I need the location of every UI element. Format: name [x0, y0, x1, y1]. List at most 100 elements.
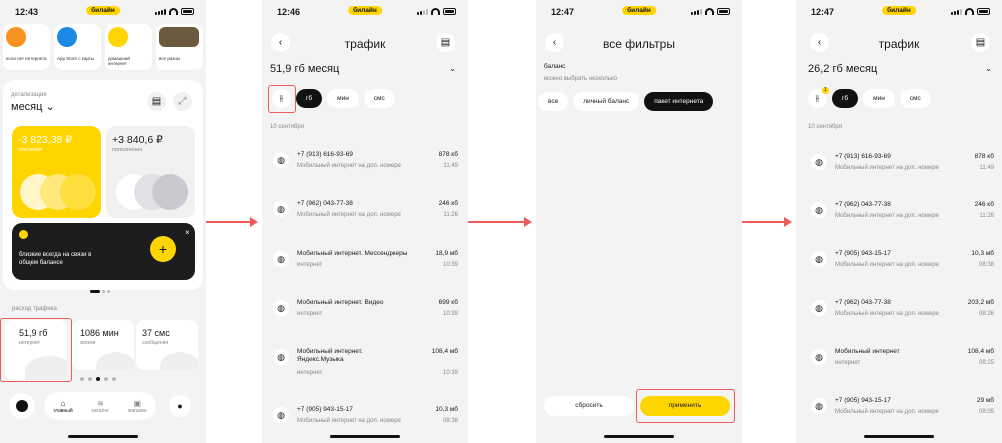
list-item[interactable]: ◍ Мобильный интернет. Мессенджеры интернет… — [270, 249, 460, 289]
item-volume: 10,3 мб — [971, 250, 994, 257]
flow-arrow — [206, 217, 258, 227]
nav-shop[interactable]: ▣ магазин — [128, 399, 147, 414]
chat-icon[interactable]: ● — [169, 395, 191, 417]
list-item[interactable]: ◍ +7 (962) 043-77-38 Мобильный интернет на… — [808, 200, 996, 240]
item-title: Мобильный интернет — [835, 348, 900, 355]
promo-text: близкие всегда на связи в общем балансе — [19, 252, 92, 266]
traffic-sub: сообщения — [142, 340, 169, 346]
globe-icon: ◍ — [273, 152, 289, 168]
item-volume: 246 кб — [438, 200, 458, 207]
item-subtitle: Мобильный интернет на доп. номере — [835, 311, 939, 317]
story-card[interactable]: если нет интернета — [3, 24, 50, 70]
phone-traffic-screen: 12:46 билайн ‹ трафик ▤ 51,9 гб месяц ⌄ … — [262, 0, 468, 443]
expand-icon[interactable]: ⤢ — [173, 92, 192, 111]
chevron-down-icon[interactable]: ⌄ — [985, 64, 992, 73]
chip-gb[interactable]: гб — [832, 89, 859, 108]
item-volume: 203,2 мб — [967, 299, 994, 306]
list-item[interactable]: ◍ Мобильный интернет интернет 108,4 мб 08:25 — [808, 347, 996, 387]
chevron-down-icon[interactable]: ⌄ — [449, 64, 456, 73]
traffic-label: расход трафика — [12, 306, 57, 312]
nav-catalog[interactable]: ≋ каталог — [92, 399, 110, 414]
home-indicator — [68, 435, 138, 438]
story-card[interactable]: домашний интернет — [105, 24, 152, 70]
traffic-card-calls[interactable]: 1086 мин звонки — [72, 320, 134, 370]
item-time: 10:39 — [442, 262, 458, 268]
filter-icon[interactable]: ⫲ 1 — [808, 87, 829, 108]
document-icon[interactable]: ▤ — [971, 33, 990, 52]
item-volume: 108,4 мб — [431, 348, 458, 355]
chip-gb[interactable]: гб — [296, 89, 323, 108]
chip-sms[interactable]: смс — [363, 89, 395, 108]
chip-personal-balance[interactable]: личный баланс — [573, 92, 640, 111]
carrier-badge: билайн — [882, 6, 916, 15]
status-time: 12:43 — [15, 7, 39, 17]
spent-card[interactable]: -3 823,38 ₽ списания — [12, 126, 101, 218]
item-title: +7 (905) 943-15-17 — [835, 250, 891, 257]
story-card[interactable]: все разны — [156, 24, 203, 70]
globe-icon: ◍ — [273, 201, 289, 217]
list-item[interactable]: ◍ +7 (905) 943-15-17 Мобильный интернет на… — [808, 249, 996, 289]
list-item[interactable]: ◍ +7 (913) 616-93-69 Мобильный интернет на… — [270, 150, 460, 190]
traffic-sub: звонки — [80, 340, 96, 346]
beeline-logo-icon — [19, 230, 28, 239]
chip-sms[interactable]: смс — [899, 89, 931, 108]
nav-home[interactable]: ⌂ главный — [53, 399, 72, 414]
chip-min[interactable]: мин — [863, 89, 895, 108]
chip-all[interactable]: все — [538, 92, 569, 111]
item-time: 11:26 — [443, 212, 458, 218]
list-item[interactable]: ◍ +7 (962) 043-77-38 Мобильный интернет на… — [808, 298, 996, 338]
item-volume: 29 мб — [976, 397, 994, 404]
list-item[interactable]: ◍ Мобильный интернет. Видео интернет 699 кб… — [270, 298, 460, 338]
chip-min[interactable]: мин — [327, 89, 359, 108]
carrier-badge: билайн — [622, 6, 656, 15]
battery-icon — [717, 8, 730, 15]
item-title: Мобильный интернет. Мессенджеры — [297, 250, 408, 257]
item-subtitle: Мобильный интернет на доп. номере — [835, 213, 939, 219]
promo-banner[interactable]: близкие всегда на связи в общем балансе … — [12, 223, 195, 280]
bottom-nav: ⌂ главный ≋ каталог ▣ магазин — [44, 392, 156, 420]
document-icon[interactable]: ▤ — [436, 33, 455, 52]
traffic-card-sms[interactable]: 37 смс сообщения — [136, 320, 198, 370]
chip-internet-package[interactable]: пакет интернета — [644, 92, 714, 111]
list-item[interactable]: ◍ Мобильный интернет. Яндекс.Музыка интерн… — [270, 347, 460, 387]
spent-amount: -3 823,38 ₽ — [18, 134, 72, 146]
flow-arrow — [742, 217, 792, 227]
list-item[interactable]: ◍ +7 (913) 616-93-69 Мобильный интернет на… — [808, 152, 996, 192]
item-title: Мобильный интернет. Видео — [297, 299, 384, 306]
signal-icons — [951, 8, 990, 15]
story-label: все разны — [159, 56, 181, 61]
story-image-icon — [6, 27, 26, 47]
spent-bubble — [60, 174, 96, 210]
item-title: +7 (962) 043-77-38 — [835, 201, 891, 208]
story-card[interactable]: App Store с карты — [54, 24, 101, 70]
item-title: +7 (905) 943-15-17 — [297, 406, 353, 413]
battery-icon — [181, 8, 194, 15]
globe-icon: ◍ — [811, 300, 827, 316]
close-icon[interactable]: × — [185, 228, 190, 237]
document-icon[interactable]: ▤ — [147, 92, 166, 111]
period-select[interactable]: месяц ⌄ — [11, 100, 55, 113]
item-subtitle: Мобильный интернет на доп. номере — [835, 165, 939, 171]
screenshot-stage: 12:43 билайн если нет интернета App Stor… — [0, 0, 1002, 443]
topup-card[interactable]: +3 840,6 ₽ пополнения — [106, 126, 195, 218]
list-item[interactable]: ◍ +7 (905) 943-15-17 Мобильный интернет на… — [808, 396, 996, 436]
period-total[interactable]: 51,9 гб месяц — [270, 63, 339, 75]
list-item[interactable]: ◍ +7 (962) 043-77-38 Мобильный интернет на… — [270, 199, 460, 239]
item-subtitle: интернет — [297, 311, 323, 317]
globe-icon: ◍ — [273, 349, 289, 365]
item-volume: 246 кб — [974, 201, 994, 208]
section-hint: можно выбрать несколько — [544, 76, 617, 82]
filter-chips: ⫲ 1 гб мин смс — [808, 87, 931, 108]
wifi-icon — [965, 8, 974, 15]
highlight-box — [0, 318, 72, 382]
wifi-icon — [705, 8, 714, 15]
beeline-logo-icon[interactable] — [9, 393, 35, 419]
signal-icons — [417, 8, 456, 15]
globe-icon: ◍ — [811, 349, 827, 365]
home-indicator — [330, 435, 400, 438]
period-total[interactable]: 26,2 гб месяц — [808, 63, 877, 75]
status-time: 12:46 — [277, 7, 301, 17]
reset-button[interactable]: сбросить — [544, 396, 634, 416]
layers-icon: ≋ — [96, 398, 104, 408]
carousel-dots — [90, 290, 110, 293]
